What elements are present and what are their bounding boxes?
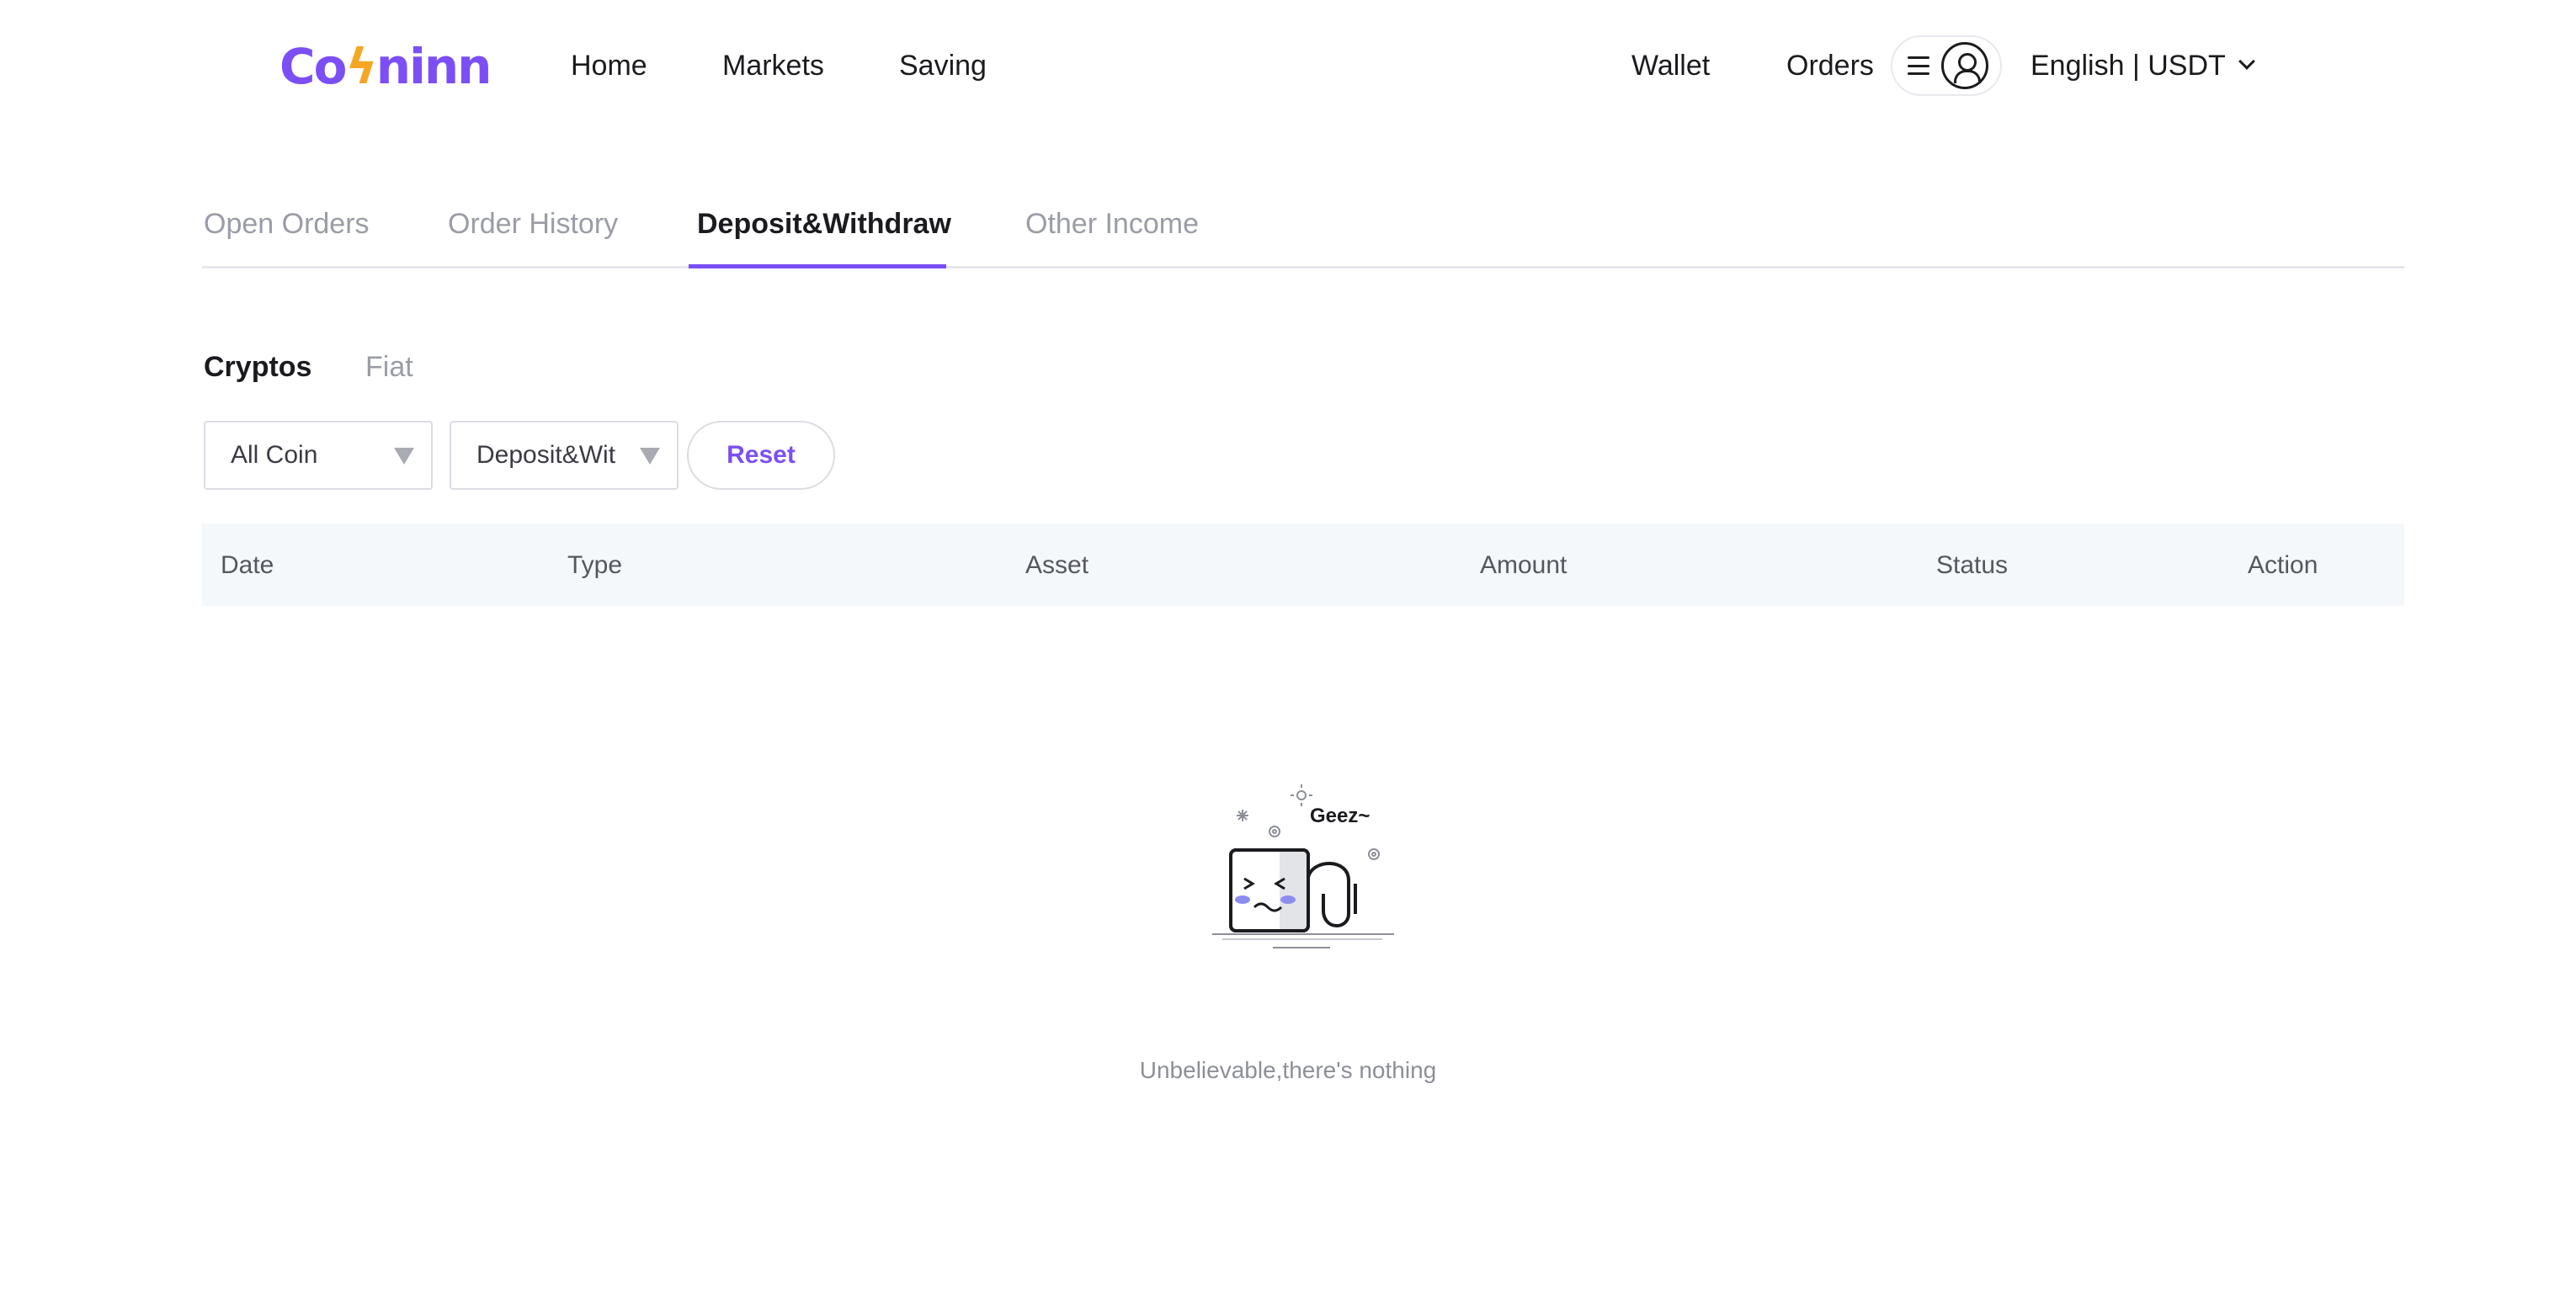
- language-label: English | USDT: [2030, 50, 2226, 82]
- caret-down-icon: [640, 448, 660, 465]
- tabs-divider: [202, 266, 2404, 268]
- type-select[interactable]: Deposit&Wit: [450, 421, 679, 490]
- empty-illustration-label: Geez~: [1310, 805, 1370, 827]
- table-header: Date Type Asset Amount Status Action: [202, 523, 2404, 606]
- logo-text-start: Co: [279, 38, 347, 95]
- column-type: Type: [567, 551, 623, 579]
- user-menu-button[interactable]: [1891, 35, 2002, 96]
- empty-state-message: Unbelievable,there's nothing: [1139, 1057, 1437, 1083]
- active-tab-indicator: [689, 264, 946, 268]
- caret-down-icon: [394, 448, 414, 465]
- subtab-cryptos[interactable]: Cryptos: [204, 348, 311, 385]
- type-select-value: Deposit&Wit: [476, 441, 616, 469]
- column-status: Status: [1936, 551, 2009, 579]
- column-action: Action: [2248, 551, 2318, 579]
- nav-saving[interactable]: Saving: [899, 47, 987, 84]
- logo-text-end: ninn: [375, 38, 492, 95]
- column-asset: Asset: [1025, 551, 1089, 579]
- nav-markets[interactable]: Markets: [722, 47, 824, 84]
- subtab-fiat[interactable]: Fiat: [365, 348, 413, 385]
- nav-home[interactable]: Home: [571, 47, 647, 84]
- reset-button[interactable]: Reset: [687, 421, 835, 490]
- tab-order-history[interactable]: Order History: [448, 205, 618, 242]
- nav-orders[interactable]: Orders: [1786, 47, 1874, 84]
- coin-select[interactable]: All Coin: [204, 421, 433, 490]
- empty-state-illustration: [1212, 784, 1394, 948]
- coin-select-value: All Coin: [231, 441, 318, 469]
- language-currency-selector[interactable]: English | USDT: [2030, 47, 2255, 84]
- tab-deposit-withdraw[interactable]: Deposit&Withdraw: [697, 205, 951, 242]
- nav-wallet[interactable]: Wallet: [1631, 47, 1710, 84]
- tab-open-orders[interactable]: Open Orders: [204, 205, 370, 242]
- column-date: Date: [221, 551, 274, 579]
- logo-bolt-icon: ϟ: [345, 38, 377, 95]
- user-icon: [1941, 42, 1988, 89]
- column-amount: Amount: [1480, 551, 1567, 579]
- logo[interactable]: Co ϟ ninn: [279, 37, 492, 96]
- tab-other-income[interactable]: Other Income: [1025, 205, 1199, 242]
- chevron-down-icon: [2238, 53, 2255, 70]
- menu-icon: [1908, 56, 1929, 75]
